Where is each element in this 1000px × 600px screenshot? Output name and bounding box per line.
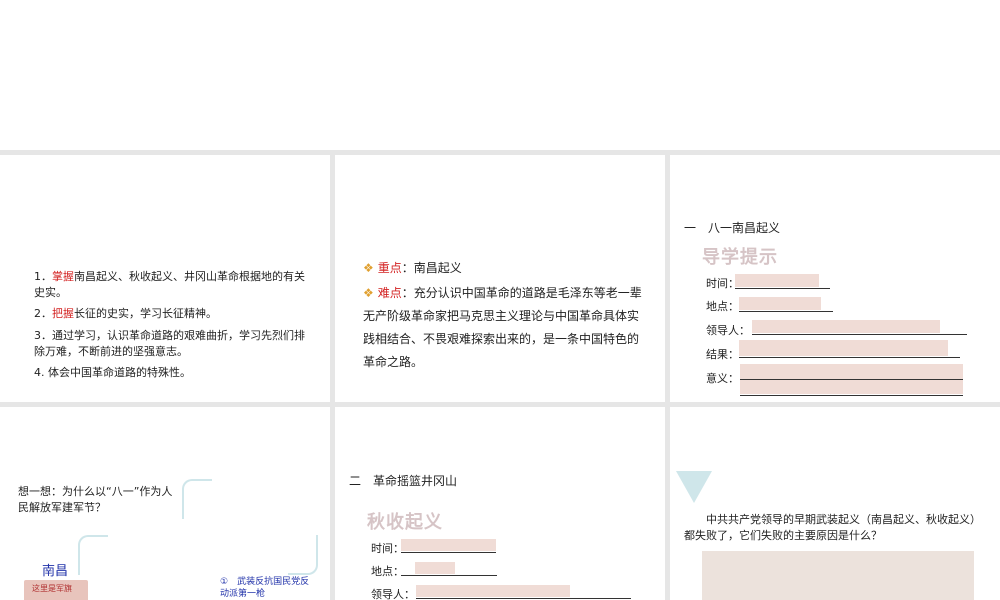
autumn-uprising-stamp: 秋收起义	[367, 512, 443, 533]
objective-1-num: 1．	[34, 270, 52, 283]
slide-jinggangshan[interactable]: 二 革命摇篮井冈山 秋收起义 时间： 地点： 领导人：	[335, 407, 665, 600]
objective-1: 1．掌握南昌起义、秋收起义、井冈山革命根据地的有关史实。	[34, 269, 310, 301]
field-result-label: 结果：	[706, 348, 739, 361]
field-meaning-label: 意义：	[706, 372, 739, 385]
section-heading: 二 革命摇篮井冈山	[349, 474, 458, 488]
objective-2-highlight: 把握	[52, 307, 74, 320]
answer-box[interactable]	[702, 551, 974, 600]
objective-2: 2．把握长征的史实，学习长征精神。	[34, 306, 310, 322]
answer-meaning-line-1[interactable]	[740, 379, 963, 380]
think-question: 想一想：为什么以“八一”作为人民解放军建军节？	[18, 485, 173, 514]
answer-time-fill	[401, 539, 496, 551]
objective-3-text: 通过学习，认识革命道路的艰难曲折，学习先烈们排除万难，不断前进的坚强意志。	[34, 329, 305, 358]
field-time-label: 时间：	[371, 542, 404, 555]
objective-1-highlight: 掌握	[52, 270, 74, 283]
answer-time-fill	[735, 274, 819, 287]
decor-bracket	[78, 535, 108, 575]
field-place-label: 地点：	[706, 300, 739, 313]
difficult-point: ❖ 难点：充分认识中国革命的道路是毛泽东等老一辈无产阶级革命家把马克思主义理论与中…	[363, 282, 645, 374]
guide-stamp: 导学提示	[702, 247, 778, 268]
answer-time-line[interactable]	[735, 288, 830, 289]
objective-3: 3．通过学习，认识革命道路的艰难曲折，学习先烈们排除万难，不断前进的坚强意志。	[34, 328, 310, 360]
objective-3-num: 3．	[34, 329, 52, 342]
flag-tag-text: 这里是军旗	[32, 584, 72, 593]
decor-bracket	[182, 479, 212, 519]
field-leader-label: 领导人：	[371, 588, 415, 600]
bullet-icon: ❖	[363, 261, 374, 275]
answer-place-line[interactable]	[401, 575, 497, 576]
key-label: 重点	[377, 261, 402, 275]
answer-leader-line[interactable]	[416, 598, 631, 599]
slide-objectives[interactable]: 1．掌握南昌起义、秋收起义、井冈山革命根据地的有关史实。 2．把握长征的史实，学…	[0, 155, 330, 402]
bullet-icon: ❖	[363, 286, 374, 300]
slide-failure-question[interactable]: 中共共产党领导的早期武装起义（南昌起义、秋收起义）都失败了，它们失败的主要原因是…	[670, 407, 1000, 600]
objective-2-text: 长征的史实，学习长征精神。	[74, 307, 217, 320]
slide-nanchang-uprising[interactable]: 一 八一南昌起义 导学提示 时间： 地点： 领导人： 结果： 意义：	[670, 155, 1000, 402]
answer-result-fill	[739, 340, 948, 356]
decor-bracket	[288, 535, 318, 575]
difficult-text: ：充分认识中国革命的道路是毛泽东等老一辈无产阶级革命家把马克思主义理论与中国革命…	[363, 286, 642, 369]
answer-result-line[interactable]	[739, 357, 960, 358]
answer-time-line[interactable]	[401, 552, 496, 553]
slide-think-question[interactable]: 想一想：为什么以“八一”作为人民解放军建军节？ 南昌 这里是军旗 ① 武装反抗国…	[0, 407, 330, 600]
field-leader-label: 领导人：	[706, 324, 750, 337]
answer-place-line[interactable]	[739, 311, 833, 312]
answer-place-fill	[739, 297, 821, 310]
answer-leader-line[interactable]	[752, 334, 967, 335]
objective-1-text: 南昌起义、秋收起义、井冈山革命根据地的有关史实。	[34, 270, 305, 299]
answer-place-fill	[415, 562, 455, 574]
objective-4-num: 4.	[34, 366, 45, 379]
triangle-icon	[676, 471, 712, 503]
objective-4-text: 体会中国革命道路的特殊性。	[48, 366, 191, 379]
key-text: ：南昌起义	[401, 261, 462, 275]
key-point: ❖ 重点：南昌起义	[363, 256, 653, 280]
section-heading: 一 八一南昌起义	[684, 221, 781, 235]
failure-question: 中共共产党领导的早期武装起义（南昌起义、秋收起义）都失败了，它们失败的主要原因是…	[684, 513, 981, 542]
field-place-label: 地点：	[371, 565, 404, 578]
answer-leader-fill	[416, 585, 570, 597]
objective-4: 4. 体会中国革命道路的特殊性。	[34, 365, 310, 381]
top-blank-area	[0, 0, 1000, 150]
objective-2-num: 2．	[34, 307, 52, 320]
place-name: 南昌	[42, 564, 69, 579]
difficult-label: 难点	[377, 286, 402, 300]
answer-leader-fill	[752, 320, 940, 333]
slide-key-points[interactable]: ❖ 重点：南昌起义 ❖ 难点：充分认识中国革命的道路是毛泽东等老一辈无产阶级革命家把…	[335, 155, 665, 402]
flag-tag: 这里是军旗	[24, 580, 88, 600]
answer-meaning-line-2[interactable]	[740, 395, 963, 396]
point-one: ① 武装反抗国民党反动派第一枪	[220, 577, 310, 599]
